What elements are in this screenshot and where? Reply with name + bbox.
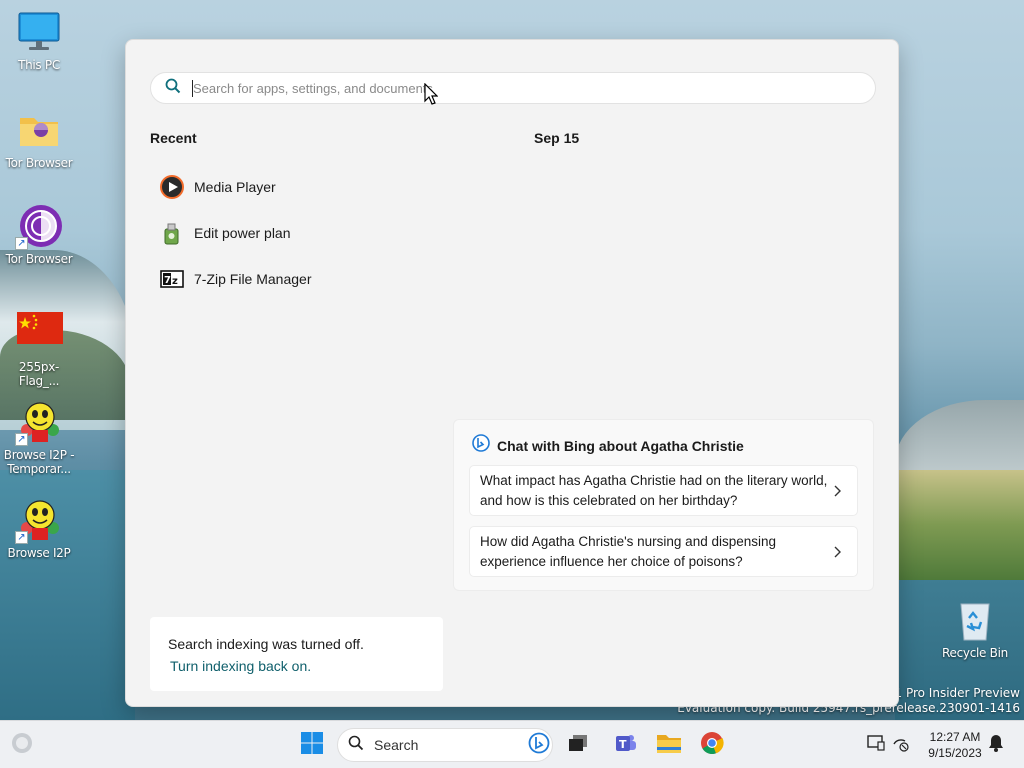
search-flyout: Recent Sep 15 Media Player Edit power pl…: [125, 39, 899, 707]
indexing-notice: Search indexing was turned off. Turn ind…: [150, 617, 443, 691]
desktop-icon-label: Browse I2P: [7, 546, 71, 560]
file-explorer-button[interactable]: [651, 727, 687, 763]
taskbar-search-box[interactable]: Search: [337, 728, 553, 762]
task-view-icon: [567, 732, 589, 759]
svg-text:z: z: [172, 276, 178, 287]
chevron-right-icon: [829, 543, 847, 561]
clock-date: 9/15/2023: [928, 746, 982, 760]
bing-chat-card: Chat with Bing about Agatha Christie Wha…: [453, 419, 874, 591]
bing-question-text: How did Agatha Christie's nursing and di…: [480, 533, 777, 569]
desktop-icon-browse-i2p-temporary[interactable]: ↗ Browse I2P - Temporar...: [0, 400, 78, 476]
wallpaper-grass-right: [895, 470, 1024, 580]
tor-browser-icon: ↗: [15, 204, 62, 250]
date-heading: Sep 15: [534, 130, 580, 146]
search-input[interactable]: [193, 80, 875, 96]
search-icon: [348, 735, 364, 756]
bell-icon: [988, 734, 1004, 757]
turn-indexing-on-link[interactable]: Turn indexing back on.: [170, 658, 311, 674]
windows-logo-icon: [300, 731, 324, 760]
bing-icon: [472, 434, 490, 457]
recent-item-7zip-file-manager[interactable]: 7z 7-Zip File Manager: [150, 256, 450, 302]
recent-item-label: 7-Zip File Manager: [194, 271, 312, 287]
desktop-icon-label: This PC: [18, 58, 60, 72]
recycle-bin-icon: [953, 598, 997, 642]
desktop-icon-flag-image[interactable]: 255px-Flag_...: [0, 312, 78, 388]
bing-chat-header: Chat with Bing about Agatha Christie: [472, 434, 744, 457]
clock-time: 12:27 AM: [929, 730, 981, 744]
bing-chat-title: Chat with Bing about Agatha Christie: [497, 437, 744, 454]
shortcut-arrow-icon: ↗: [15, 237, 28, 250]
recent-item-label: Media Player: [194, 179, 276, 195]
task-view-button[interactable]: [560, 727, 596, 763]
media-player-icon: [160, 175, 184, 199]
clock[interactable]: 12:27 AM 9/15/2023: [918, 729, 992, 761]
weather-icon: [10, 731, 34, 760]
shortcut-arrow-icon: ↗: [15, 433, 28, 446]
desktop-icon-label: Browse I2P - Temporar...: [3, 448, 75, 476]
watermark-line-1: 11 Pro Insider Preview: [886, 686, 1020, 700]
desktop-icon-recycle-bin[interactable]: Recycle Bin: [936, 598, 1014, 660]
svg-text:7: 7: [164, 275, 171, 286]
teams-button[interactable]: T: [608, 727, 644, 763]
bing-question-2[interactable]: How did Agatha Christie's nursing and di…: [469, 526, 858, 577]
indexing-message: Search indexing was turned off.: [168, 636, 364, 652]
taskbar-search-label: Search: [374, 737, 419, 753]
start-button[interactable]: [294, 727, 330, 763]
tray-network-button[interactable]: [884, 727, 918, 763]
desktop-icon-label: Tor Browser: [5, 252, 73, 266]
taskbar: Search T 12:27 AM 9/15/2023: [0, 720, 1024, 768]
china-flag-icon: [17, 312, 63, 356]
svg-text:T: T: [619, 738, 627, 751]
teams-icon: T: [614, 731, 638, 760]
widgets-button[interactable]: [4, 727, 40, 763]
folder-icon: [656, 731, 682, 760]
power-plan-icon: [160, 221, 184, 245]
search-icon: [165, 78, 181, 99]
monitor-icon: [17, 10, 61, 54]
recent-item-label: Edit power plan: [194, 225, 291, 241]
recent-item-media-player[interactable]: Media Player: [150, 164, 450, 210]
desktop-icon-label: 255px-Flag_...: [18, 360, 60, 388]
bing-question-text: What impact has Agatha Christie had on t…: [480, 472, 828, 508]
chevron-right-icon: [829, 482, 847, 500]
i2p-icon: ↗: [15, 498, 61, 544]
chrome-icon: [700, 731, 724, 760]
recent-heading: Recent: [150, 130, 197, 146]
text-caret: [192, 80, 193, 97]
desktop-icon-this-pc[interactable]: This PC: [0, 10, 78, 72]
desktop-icon-tor-browser-folder[interactable]: Tor Browser: [0, 108, 78, 170]
i2p-icon: ↗: [15, 400, 61, 446]
desktop-icon-tor-browser[interactable]: ↗ Tor Browser: [0, 204, 78, 266]
bing-icon: [528, 732, 550, 759]
notifications-button[interactable]: [982, 727, 1010, 763]
recent-item-edit-power-plan[interactable]: Edit power plan: [150, 210, 450, 256]
bing-question-1[interactable]: What impact has Agatha Christie had on t…: [469, 465, 858, 516]
mouse-cursor-icon: [424, 82, 439, 110]
recent-list: Media Player Edit power plan 7z 7-Zip Fi…: [150, 164, 450, 302]
desktop-icon-browse-i2p[interactable]: ↗ Browse I2P: [0, 498, 78, 560]
search-box[interactable]: [150, 72, 876, 104]
desktop-icon-label: Tor Browser: [5, 156, 73, 170]
7zip-icon: 7z: [160, 267, 184, 291]
folder-icon: [17, 108, 61, 152]
display-icon: [866, 733, 886, 758]
chrome-button[interactable]: [694, 727, 730, 763]
shortcut-arrow-icon: ↗: [15, 531, 28, 544]
network-disconnected-icon: [891, 733, 911, 758]
desktop-icon-label: Recycle Bin: [942, 646, 1008, 660]
